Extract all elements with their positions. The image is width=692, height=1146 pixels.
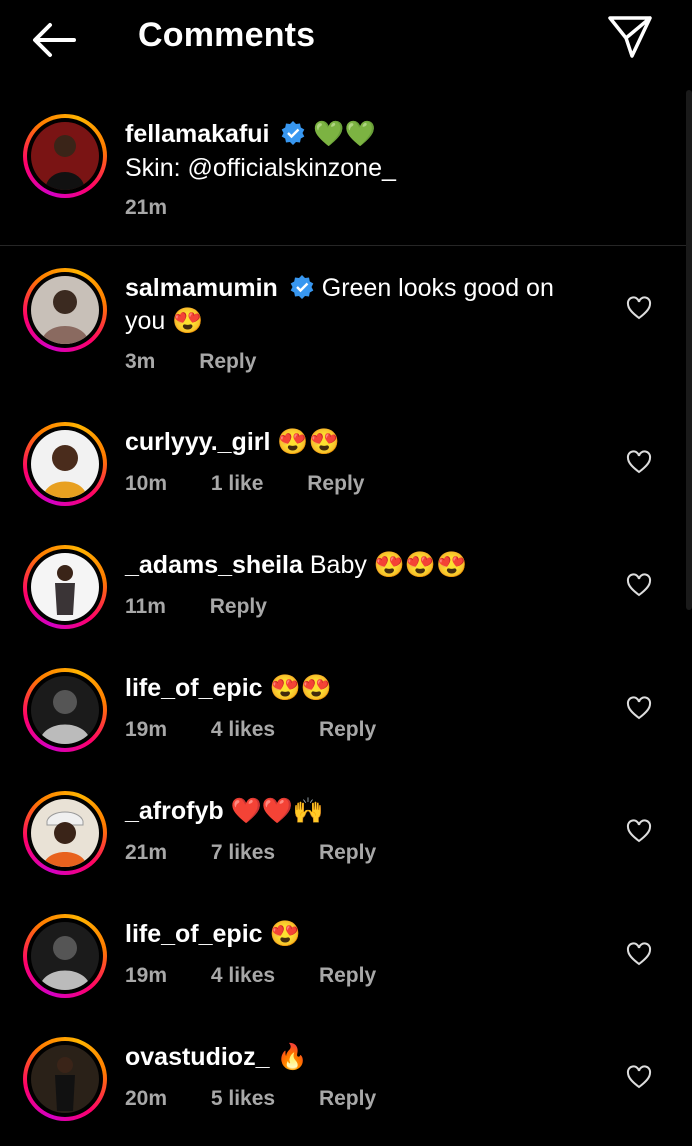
- comment-time: 19m: [125, 718, 168, 741]
- avatar[interactable]: [23, 422, 107, 506]
- scrollbar[interactable]: [686, 90, 692, 610]
- comment-username[interactable]: _adams_sheila: [125, 551, 303, 579]
- comment-text: 😍: [269, 920, 301, 948]
- reply-button[interactable]: Reply: [319, 718, 376, 741]
- comment-text: Baby 😍😍😍: [309, 551, 468, 579]
- comment-username[interactable]: ovastudioz_: [125, 1043, 269, 1071]
- comment-time: 11m: [125, 595, 166, 618]
- heart-icon[interactable]: [626, 296, 652, 320]
- caption-emojis: 💚💚: [313, 120, 376, 148]
- comment-likes[interactable]: 4 likes: [211, 718, 275, 741]
- comment-username[interactable]: life_of_epic: [125, 674, 263, 702]
- post-caption: fellamakafui 💚💚 Skin: @officialskinzone_…: [0, 100, 692, 246]
- heart-icon[interactable]: [626, 696, 652, 720]
- comment-text: 🔥: [276, 1043, 308, 1071]
- top-bar: Comments: [0, 0, 692, 76]
- caption-time: 21m: [125, 196, 168, 219]
- avatar[interactable]: [23, 545, 107, 629]
- comment-time: 3m: [125, 350, 156, 373]
- page-title: Comments: [138, 16, 316, 54]
- comment-likes[interactable]: 5 likes: [211, 1087, 275, 1110]
- avatar[interactable]: [23, 791, 107, 875]
- reply-button[interactable]: Reply: [199, 350, 256, 373]
- reply-button[interactable]: Reply: [319, 964, 376, 987]
- comment-username[interactable]: life_of_epic: [125, 920, 263, 948]
- comment-time: 19m: [125, 964, 168, 987]
- reply-button[interactable]: Reply: [319, 1087, 376, 1110]
- caption-text: Skin: @officialskinzone_: [125, 154, 396, 182]
- comment-text-continued: you 😍: [125, 307, 204, 335]
- arrow-left-icon[interactable]: [30, 20, 78, 60]
- comment-likes[interactable]: 1 like: [211, 472, 264, 495]
- comment-likes[interactable]: 7 likes: [211, 841, 275, 864]
- heart-icon[interactable]: [626, 819, 652, 843]
- heart-icon[interactable]: [626, 942, 652, 966]
- comment-text: ❤️❤️🙌: [230, 797, 324, 825]
- verified-badge-icon: [282, 121, 305, 145]
- heart-icon[interactable]: [626, 450, 652, 474]
- verified-badge-icon: [290, 275, 314, 299]
- comment-likes[interactable]: 4 likes: [211, 964, 275, 987]
- heart-icon[interactable]: [626, 573, 652, 597]
- caption-username[interactable]: fellamakafui: [125, 120, 270, 148]
- avatar[interactable]: [23, 268, 107, 352]
- comment-time: 20m: [125, 1087, 168, 1110]
- heart-icon[interactable]: [626, 1065, 652, 1089]
- comment-username[interactable]: curlyyy._girl: [125, 428, 270, 456]
- reply-button[interactable]: Reply: [210, 595, 267, 618]
- avatar[interactable]: [23, 1037, 107, 1121]
- avatar[interactable]: [23, 914, 107, 998]
- comment-text: 😍😍: [269, 674, 332, 702]
- avatar[interactable]: [23, 668, 107, 752]
- comment-time: 10m: [125, 472, 168, 495]
- reply-button[interactable]: Reply: [319, 841, 376, 864]
- comment-text: 😍😍: [277, 428, 340, 456]
- comment-text: Green looks good on: [321, 274, 554, 302]
- comment-username[interactable]: _afrofyb: [125, 797, 224, 825]
- comment-time: 21m: [125, 841, 168, 864]
- reply-button[interactable]: Reply: [307, 472, 364, 495]
- avatar[interactable]: [23, 114, 107, 198]
- comment-username[interactable]: salmamumin: [125, 274, 278, 302]
- paper-plane-icon[interactable]: [606, 14, 654, 60]
